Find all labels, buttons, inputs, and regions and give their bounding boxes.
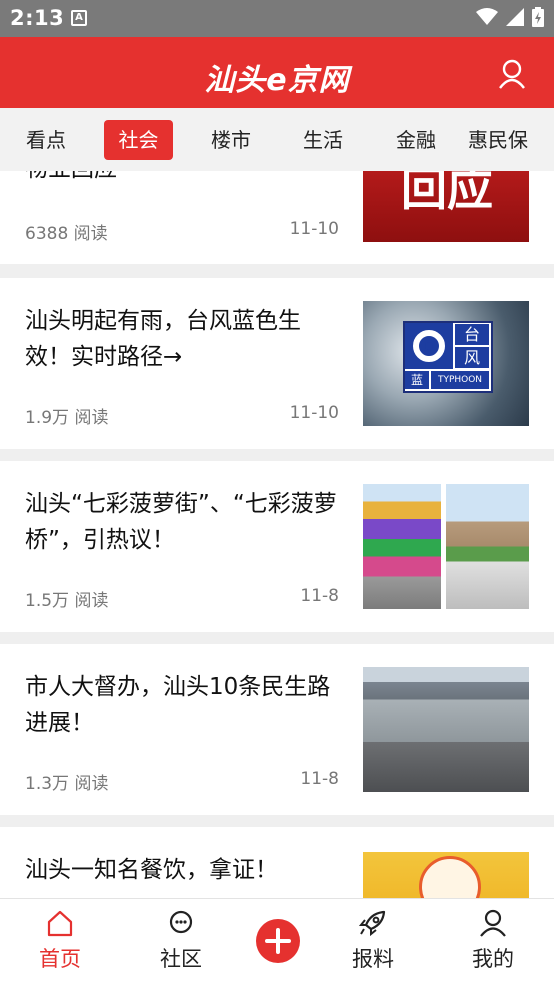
rocket-icon — [358, 910, 386, 937]
article-title: 汕头明起有雨，台风蓝色生效！实时路径→ — [25, 308, 301, 370]
badge-mid: 风 — [455, 347, 489, 368]
signal-icon — [506, 8, 524, 26]
article-thumbnail-right — [446, 484, 529, 609]
tab-kandian[interactable]: 看点 — [10, 120, 82, 160]
article-thumbnail: 回应 — [363, 171, 529, 242]
article-date: 11-8 — [300, 586, 339, 606]
typhoon-warning-sign: 台 风 蓝 TYPHOON — [403, 321, 493, 393]
user-icon[interactable] — [498, 59, 526, 89]
news-card[interactable]: 市人大督办，汕头10条民生路进展！ 1.3万 阅读 11-8 — [0, 644, 554, 815]
wifi-icon — [476, 8, 498, 25]
article-thumbnail — [363, 852, 529, 898]
nav-home[interactable]: 首页 — [20, 909, 100, 973]
user-icon — [480, 909, 506, 937]
nav-community[interactable]: 社区 — [141, 909, 221, 973]
plus-button[interactable] — [256, 919, 300, 963]
typhoon-swirl-icon — [405, 323, 453, 369]
app-header: 汕头e京网 — [0, 37, 554, 108]
article-reads: 1.5万 阅读 — [25, 591, 109, 611]
nav-community-label: 社区 — [160, 947, 202, 971]
thumb-logo — [419, 856, 481, 898]
article-reads: 1.9万 阅读 — [25, 408, 109, 428]
tab-loushi[interactable]: 楼市 — [195, 120, 267, 160]
status-icons — [476, 7, 544, 27]
tab-shenghuo[interactable]: 生活 — [287, 120, 359, 160]
article-thumbnail — [363, 667, 529, 792]
nav-report-label: 报料 — [352, 947, 394, 971]
notification-icon: A — [71, 10, 87, 26]
tab-shehui[interactable]: 社会 — [104, 120, 173, 160]
plus-icon — [265, 928, 291, 954]
news-card[interactable]: 汕头“七彩菠萝街”、“七彩菠萝桥”，引热议！ 1.5万 阅读 11-8 — [0, 461, 554, 632]
article-title: 汕头“七彩菠萝街”、“七彩菠萝桥”，引热议！ — [25, 491, 337, 553]
nav-mine-label: 我的 — [472, 947, 514, 971]
badge-en: TYPHOON — [431, 371, 489, 389]
article-reads: 6388 阅读 — [25, 224, 108, 244]
status-bar: 2:13 A — [0, 0, 554, 37]
bottom-navigation: 首页 社区 报料 我的 — [0, 898, 554, 985]
news-feed[interactable]: 物业回应 6388 阅读 11-10 回应 汕头明起有雨，台风蓝色生效！实时路径… — [0, 171, 554, 898]
article-reads: 1.3万 阅读 — [25, 774, 109, 794]
news-card[interactable]: 物业回应 6388 阅读 11-10 回应 — [0, 171, 554, 264]
article-date: 11-10 — [289, 219, 339, 239]
article-title: 汕头一知名餐饮，拿证！ — [25, 857, 278, 883]
home-icon — [47, 910, 73, 937]
news-card[interactable]: 汕头明起有雨，台风蓝色生效！实时路径→ 1.9万 阅读 11-10 台 风 蓝 … — [0, 278, 554, 449]
typhoon-thumbnail: 台 风 蓝 TYPHOON — [363, 301, 529, 426]
article-title: 物业回应 — [25, 171, 345, 187]
badge-top: 台 — [455, 324, 489, 345]
article-title: 市人大督办，汕头10条民生路进展！ — [25, 674, 331, 736]
thumb-text: 回应 — [401, 171, 493, 216]
tab-jinrong[interactable]: 金融 — [380, 120, 452, 160]
app-logo: 汕头e京网 — [204, 63, 350, 98]
nav-report[interactable]: 报料 — [333, 909, 413, 973]
news-card[interactable]: 汕头一知名餐饮，拿证！ — [0, 827, 554, 898]
battery-icon — [532, 7, 544, 27]
badge-level: 蓝 — [405, 371, 429, 389]
tab-huiminbao[interactable]: 惠民保 — [468, 120, 554, 160]
nav-mine[interactable]: 我的 — [453, 909, 533, 973]
article-thumbnail-left — [363, 484, 441, 609]
article-date: 11-8 — [300, 769, 339, 789]
nav-home-label: 首页 — [39, 947, 81, 971]
category-tabs: 看点 社会 楼市 生活 金融 惠民保 — [0, 108, 554, 171]
chat-icon — [169, 910, 193, 934]
status-time: 2:13 — [10, 6, 65, 30]
article-date: 11-10 — [289, 403, 339, 423]
